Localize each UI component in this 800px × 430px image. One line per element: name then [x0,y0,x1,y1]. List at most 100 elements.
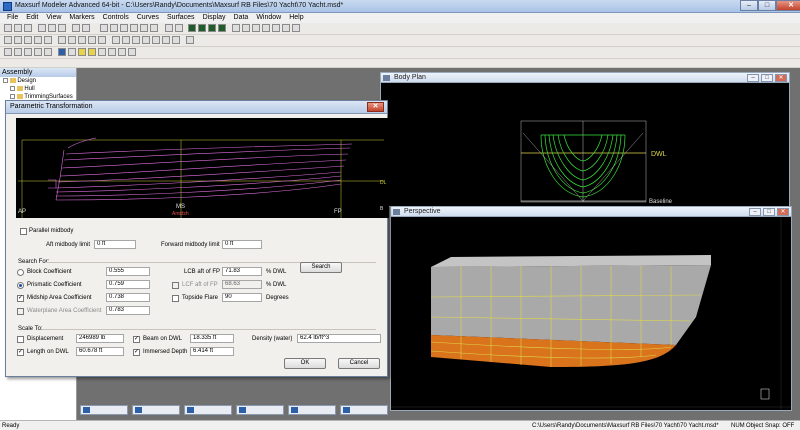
zoom-icon[interactable] [100,24,108,32]
copy-icon[interactable] [48,24,56,32]
perspective-view-icon[interactable] [218,24,226,32]
wireframe-icon[interactable] [68,48,76,56]
group-icon[interactable] [24,48,32,56]
sun-icon[interactable] [88,48,96,56]
menu-surfaces[interactable]: Surfaces [163,13,199,23]
contours-icon[interactable] [282,24,290,32]
control-point-icon[interactable] [68,36,76,44]
front-view-icon[interactable] [165,24,173,32]
maximize-button[interactable]: □ [763,208,775,216]
forward-midbody-limit-input[interactable]: 0 ft [222,240,262,249]
minimized-window[interactable] [340,405,388,415]
waterplane-area-coefficient-checkbox[interactable] [17,308,24,315]
lcf-checkbox[interactable] [172,282,179,289]
minimized-window[interactable] [132,405,180,415]
length-on-dwl-checkbox[interactable]: ✓ [17,349,24,356]
zoom-fit-icon[interactable] [34,48,42,56]
home-view-icon[interactable] [130,24,138,32]
expand-icon[interactable] [10,85,15,91]
menu-help[interactable]: Help [285,13,307,23]
length-on-dwl-input[interactable]: 60.678 ft [76,347,124,356]
tilt-icon[interactable] [128,48,136,56]
minimized-window[interactable] [236,405,284,415]
plan-view-icon[interactable] [188,24,196,32]
profile-view-icon[interactable] [198,24,206,32]
minimized-window[interactable] [184,405,232,415]
net-icon[interactable] [292,24,300,32]
lock-icon[interactable] [4,48,12,56]
maximize-button[interactable]: □ [758,0,776,11]
displacement-checkbox[interactable] [17,336,24,343]
point-icon[interactable] [44,36,52,44]
dialog-close-button[interactable]: ✕ [367,102,384,112]
perspective-view[interactable] [391,217,791,410]
refresh-icon[interactable] [150,24,158,32]
trim-icon[interactable] [112,36,120,44]
layers-icon[interactable] [262,24,270,32]
body-plan-view-icon[interactable] [208,24,216,32]
menu-data[interactable]: Data [230,13,253,23]
grid-icon[interactable] [252,24,260,32]
light-icon[interactable] [78,48,86,56]
rotate-icon[interactable] [140,24,148,32]
close-button[interactable]: ✕ [776,0,800,11]
expand-icon[interactable] [10,93,15,99]
immersed-depth-checkbox[interactable]: ✓ [133,349,140,356]
topside-flare-input[interactable]: 90 [222,293,262,302]
menu-edit[interactable]: Edit [22,13,42,23]
beam-on-dwl-input[interactable]: 18.335 ft [190,334,234,343]
compact-icon[interactable] [142,36,150,44]
lcf-input[interactable]: 68.63 [222,280,262,289]
close-button[interactable]: ✕ [775,74,787,82]
menu-markers[interactable]: Markers [65,13,98,23]
menu-display[interactable]: Display [199,13,230,23]
paste-icon[interactable] [58,24,66,32]
side-view-icon[interactable] [175,24,183,32]
new-icon[interactable] [4,24,12,32]
curve-icon[interactable] [14,36,22,44]
minimized-window[interactable] [80,405,128,415]
waterplane-area-coefficient-input[interactable]: 0.783 [106,306,150,315]
menu-window[interactable]: Window [252,13,285,23]
straighten-icon[interactable] [152,36,160,44]
menu-view[interactable]: View [42,13,65,23]
prismatic-coefficient-radio[interactable] [17,282,24,289]
surface-icon[interactable] [58,36,66,44]
aft-midbody-limit-input[interactable]: 0 ft [94,240,136,249]
markers-icon[interactable] [272,24,280,32]
body-plan-view[interactable]: DWL Baseline [381,83,789,206]
undo-icon[interactable] [72,24,80,32]
minimize-button[interactable]: – [740,0,758,11]
render-icon[interactable] [232,24,240,32]
shade-icon[interactable] [242,24,250,32]
block-coefficient-input[interactable]: 0.555 [106,267,150,276]
tree-item-hull[interactable]: Hull [0,85,76,93]
maximize-button[interactable]: □ [761,74,773,82]
close-button[interactable]: ✕ [777,208,789,216]
save-icon[interactable] [24,24,32,32]
line-icon[interactable] [24,36,32,44]
midship-area-coefficient-checkbox[interactable]: ✓ [17,295,24,302]
minimized-window[interactable] [288,405,336,415]
search-button[interactable]: Search [300,262,342,273]
ok-button[interactable]: OK [284,358,326,369]
prismatic-coefficient-input[interactable]: 0.759 [106,280,150,289]
lcb-input[interactable]: 71.83 [222,267,262,276]
menu-file[interactable]: File [3,13,22,23]
open-icon[interactable] [14,24,22,32]
walk-icon[interactable] [118,48,126,56]
fly-icon[interactable] [108,48,116,56]
row-icon[interactable] [78,36,86,44]
minimize-button[interactable]: – [749,208,761,216]
sphere-icon[interactable] [58,48,66,56]
column-icon[interactable] [88,36,96,44]
menu-curves[interactable]: Curves [133,13,163,23]
block-coefficient-radio[interactable] [17,269,24,276]
text-icon[interactable] [34,36,42,44]
menu-controls[interactable]: Controls [99,13,133,23]
flip-icon[interactable] [98,36,106,44]
select-icon[interactable] [14,48,22,56]
smooth-icon[interactable] [162,36,170,44]
redo-icon[interactable] [82,24,90,32]
minimize-button[interactable]: – [747,74,759,82]
